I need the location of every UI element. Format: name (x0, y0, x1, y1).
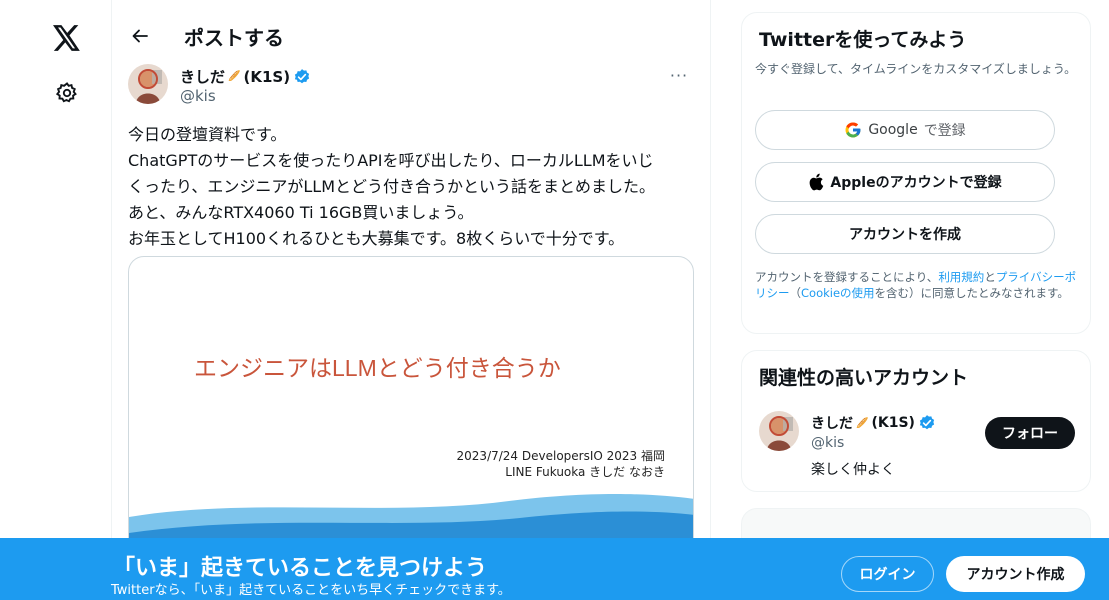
post-media-slide[interactable]: エンジニアはLLMとどう付き合うか 2023/7/24 DevelopersIO… (128, 256, 694, 576)
signup-subtitle: 今すぐ登録して、タイムラインをカスタマイズしましょう。 (755, 62, 1077, 76)
banner-subtitle: Twitterなら、「いま」起きていることをいち早くチェックできます。 (111, 583, 511, 598)
related-account-name[interactable]: きしだ 🥖 (K1S) (811, 413, 936, 433)
avatar[interactable] (759, 411, 799, 451)
page-header: ポストする (112, 0, 710, 72)
post-text-line: お年玉としてH100くれるひとも大募集です。8枚くらいで十分です。 (128, 229, 625, 248)
signup-card: Twitterを使ってみよう 今すぐ登録して、タイムラインをカスタマイズしましょ… (741, 12, 1091, 334)
page-title: ポストする (184, 26, 284, 50)
post-text-line: ChatGPTのサービスを使ったりAPIを呼び出したり、ローカルLLMをいじ (128, 151, 654, 170)
login-button[interactable]: ログイン (841, 556, 934, 592)
slide-date-line: 2023/7/24 DevelopersIO 2023 福岡 (456, 449, 665, 463)
signup-title: Twitterを使ってみよう (759, 29, 967, 51)
post-text-line: 今日の登壇資料です。 (128, 125, 287, 144)
follow-button[interactable]: フォロー (985, 417, 1075, 449)
related-name-suffix: (K1S) (871, 415, 915, 431)
x-logo-icon[interactable] (45, 16, 89, 60)
terms-link[interactable]: 利用規約 (938, 270, 984, 284)
main-column: ポストする きしだ 🥖 (K1S) @kis ··· 今日の登壇資料です。 Chat… (111, 0, 711, 600)
related-name-text: きしだ (811, 416, 853, 432)
cookie-link[interactable]: Cookieの使用 (801, 286, 875, 300)
more-options-button[interactable]: ··· (664, 63, 694, 87)
google-button-suffix: で登録 (923, 123, 966, 139)
post-text-line: くったり、エンジニアがLLMとどう付き合うかという話をまとめました。 (128, 177, 655, 196)
avatar[interactable] (128, 64, 168, 104)
related-account-bio: 楽しく仲よく (811, 462, 895, 478)
apple-signup-button[interactable]: Appleのアカウントで登録 (755, 162, 1055, 202)
related-account-handle[interactable]: @kis (811, 435, 844, 451)
legal-paren: （ (789, 286, 802, 300)
slide-title: エンジニアはLLMとどう付き合うか (194, 355, 561, 381)
legal-and: と (984, 270, 996, 284)
legal-post: を含む）に同意したとみなされます。 (874, 286, 1069, 300)
create-account-label: アカウントを作成 (849, 227, 961, 243)
author-name[interactable]: きしだ 🥖 (K1S) (180, 66, 311, 87)
gear-icon[interactable] (45, 71, 89, 115)
left-navigation (0, 0, 112, 600)
legal-pre: アカウントを登録することにより、 (755, 270, 939, 284)
post-text-line: あと、みんなRTX4060 Ti 16GB買いましょう。 (128, 203, 474, 222)
banner-create-account-button[interactable]: アカウント作成 (946, 556, 1085, 592)
author-name-text: きしだ (180, 68, 226, 86)
related-title: 関連性の高いアカウント (759, 367, 969, 389)
verified-badge-icon (294, 68, 310, 83)
back-button[interactable] (124, 20, 156, 52)
google-button-label: Google (868, 122, 918, 138)
create-account-button[interactable]: アカウントを作成 (755, 214, 1055, 254)
related-name-emoji: 🥖 (856, 417, 869, 429)
verified-badge-icon (919, 415, 935, 430)
legal-notice: アカウントを登録することにより、利用規約とプライバシーポリシー（Cookieの使… (755, 269, 1081, 301)
post-author: きしだ 🥖 (K1S) @kis ··· (128, 63, 694, 109)
banner-title: 「いま」起きていることを見つけよう (113, 556, 488, 581)
bottom-signup-banner: 「いま」起きていることを見つけよう Twitterなら、「いま」起きていることを… (0, 538, 1109, 600)
apple-logo-icon (810, 173, 824, 191)
arrow-left-icon (132, 29, 148, 43)
author-name-emoji: 🥖 (228, 71, 241, 82)
related-accounts-card: 関連性の高いアカウント きしだ 🥖 (K1S) @kis 楽しく仲よく フォロー (741, 350, 1091, 492)
slide-author-line: LINE Fukuoka きしだ なおき (505, 465, 665, 479)
author-handle[interactable]: @kis (180, 87, 216, 105)
author-name-suffix: (K1S) (243, 67, 291, 86)
post-text: 今日の登壇資料です。 ChatGPTのサービスを使ったりAPIを呼び出したり、ロ… (128, 122, 698, 252)
google-signup-button[interactable]: Google で登録 (755, 110, 1055, 150)
apple-button-label: Appleのアカウントで登録 (830, 175, 1002, 191)
google-logo-icon (845, 122, 861, 138)
